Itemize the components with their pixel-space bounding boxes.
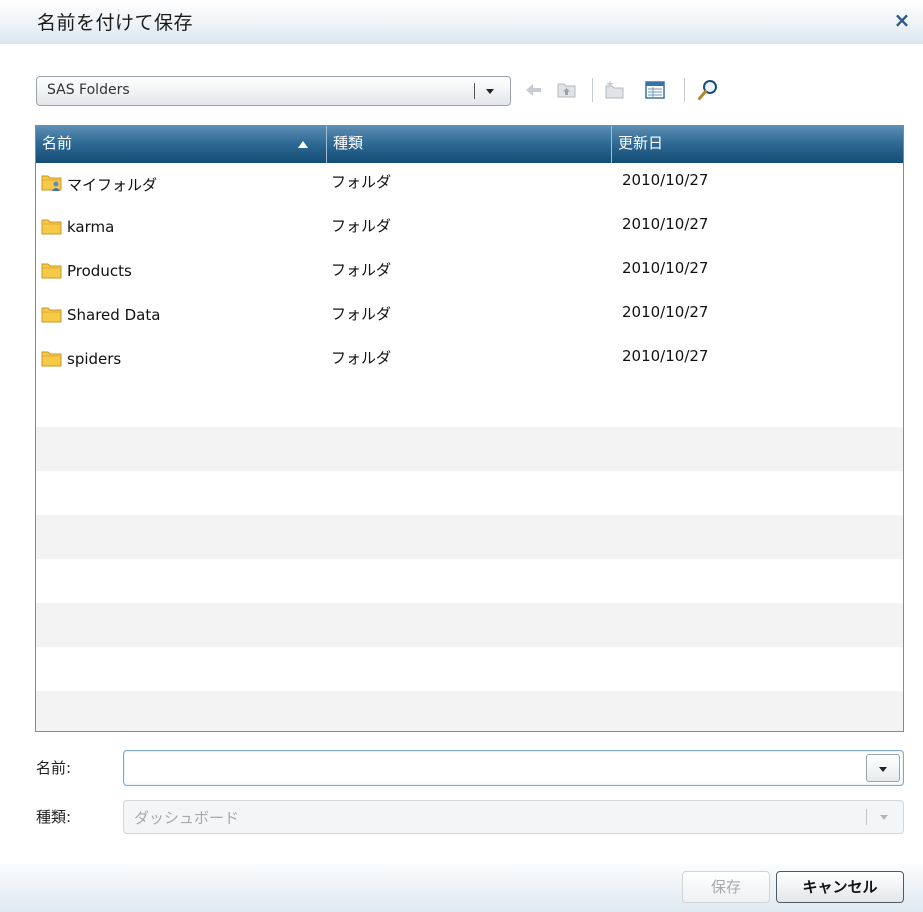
file-table: 名前 種類 更新日 マイフォルダ フォルダ 2010/10/27 karma フ…: [35, 125, 904, 732]
empty-row: [36, 691, 903, 731]
folder-name: マイフォルダ: [67, 176, 158, 194]
view-details-icon[interactable]: [644, 79, 666, 101]
type-cell: フォルダ: [331, 349, 392, 367]
toolbar-separator: [684, 78, 685, 102]
up-folder-icon[interactable]: [556, 79, 578, 101]
table-row[interactable]: Shared Data フォルダ 2010/10/27: [36, 295, 903, 339]
empty-row: [36, 603, 903, 647]
dropdown-separator: [866, 809, 867, 825]
column-header-modified[interactable]: 更新日: [611, 126, 903, 163]
folder-name: karma: [67, 218, 115, 236]
modified-cell: 2010/10/27: [622, 347, 709, 365]
name-label: 名前:: [36, 759, 72, 777]
table-row[interactable]: karma フォルダ 2010/10/27: [36, 207, 903, 251]
toolbar-separator: [592, 78, 593, 102]
dialog-title: 名前を付けて保存: [37, 12, 194, 34]
modified-cell: 2010/10/27: [622, 215, 709, 233]
folder-icon: [41, 307, 62, 323]
type-cell: フォルダ: [331, 305, 392, 323]
type-cell: フォルダ: [331, 173, 392, 191]
search-icon[interactable]: [697, 79, 719, 101]
table-row[interactable]: Products フォルダ 2010/10/27: [36, 251, 903, 295]
column-header-name[interactable]: 名前: [36, 126, 326, 163]
save-button[interactable]: 保存: [682, 871, 770, 903]
dropdown-separator: [474, 83, 475, 99]
column-header-label: 名前: [42, 134, 73, 152]
new-folder-icon[interactable]: [604, 79, 626, 101]
chevron-down-icon: [879, 767, 887, 772]
type-label: 種類:: [36, 808, 72, 826]
name-dropdown-button[interactable]: [866, 754, 900, 782]
column-header-label: 種類: [333, 134, 364, 152]
folder-icon: [41, 351, 62, 367]
type-value: ダッシュボード: [134, 809, 240, 827]
table-row[interactable]: spiders フォルダ 2010/10/27: [36, 339, 903, 383]
modified-cell: 2010/10/27: [622, 303, 709, 321]
type-dropdown[interactable]: ダッシュボード: [123, 800, 904, 834]
back-arrow-icon[interactable]: [523, 79, 545, 101]
modified-cell: 2010/10/27: [622, 259, 709, 277]
cancel-button[interactable]: キャンセル: [776, 871, 904, 903]
type-cell: フォルダ: [331, 217, 392, 235]
close-icon[interactable]: ×: [892, 10, 912, 30]
chevron-down-icon: [880, 815, 888, 820]
modified-cell: 2010/10/27: [622, 171, 709, 189]
folder-name: spiders: [67, 350, 122, 368]
table-row[interactable]: マイフォルダ フォルダ 2010/10/27: [36, 163, 903, 207]
chevron-down-icon[interactable]: [486, 89, 494, 94]
folder-name: Shared Data: [67, 306, 161, 324]
column-header-label: 更新日: [618, 134, 664, 152]
column-header-type[interactable]: 種類: [326, 126, 611, 163]
sort-ascending-icon: [298, 141, 308, 148]
title-bar: 名前を付けて保存 ×: [0, 0, 923, 44]
folder-icon: [41, 219, 62, 235]
location-dropdown[interactable]: SAS Folders: [36, 76, 511, 106]
folder-icon: [41, 263, 62, 279]
user-folder-icon: [41, 175, 62, 191]
type-cell: フォルダ: [331, 261, 392, 279]
folder-name: Products: [67, 262, 132, 280]
name-field[interactable]: [123, 750, 904, 786]
location-value: SAS Folders: [47, 82, 130, 98]
name-input[interactable]: [130, 755, 864, 781]
empty-row: [36, 515, 903, 559]
table-header: 名前 種類 更新日: [36, 126, 903, 163]
empty-row: [36, 427, 903, 471]
